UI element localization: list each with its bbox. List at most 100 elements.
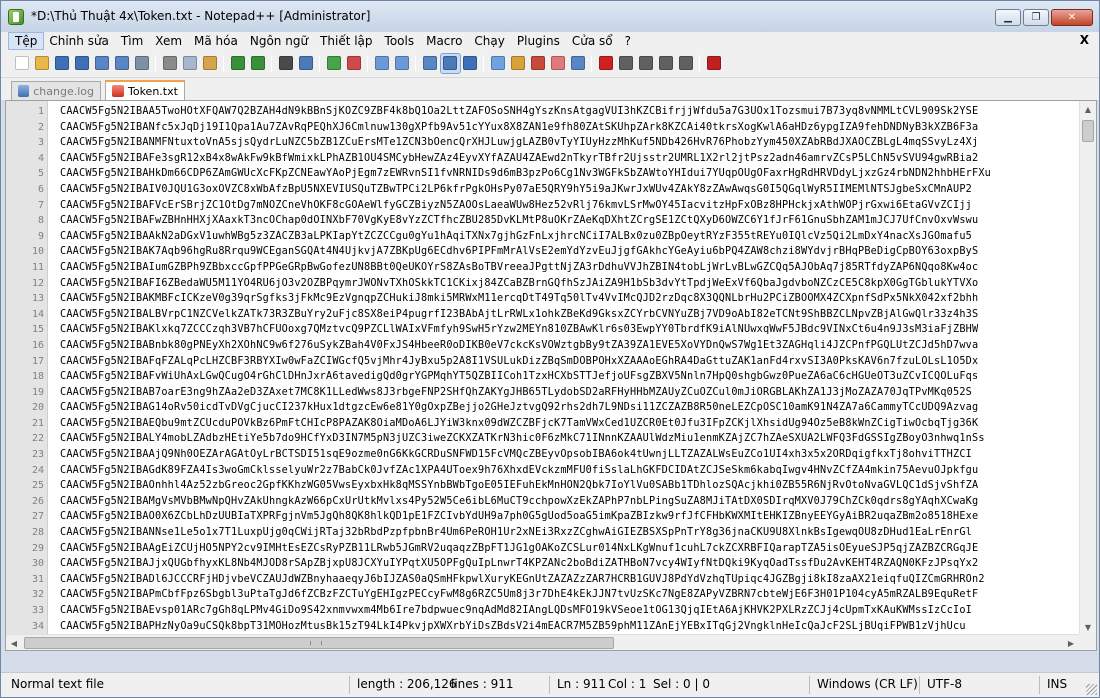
line-text[interactable]: CAACW5Fg5N2IBALY4mobLZAdbzHEtiYe5b7do9HC… [60,431,985,447]
save-macro-icon[interactable] [677,54,696,73]
menu-window[interactable]: Cửa sổ [566,33,619,49]
print-icon[interactable] [133,54,152,73]
line-text[interactable]: CAACW5Fg5N2IBAK7Aqb96hgRu8Rrqu9WCEganSGQ… [60,244,978,260]
open-file-icon[interactable] [33,54,52,73]
line-text[interactable]: CAACW5Fg5N2IBAAgEiZCUjHO5NPY2cv9IMHtEsEZ… [60,541,978,557]
menu-macro[interactable]: Macro [420,33,468,49]
text-line[interactable]: 24 CAACW5Fg5N2IBAGdK89FZA4Is3woGmCklssely… [6,463,1081,479]
menu-tools[interactable]: Tools [379,33,421,49]
text-line[interactable]: 2 CAACW5Fg5N2IBANfc5xJqDj19I1Qpa1Au7ZAvRq… [6,120,1081,136]
menu-run[interactable]: Chạy [468,33,510,49]
text-editor[interactable]: 1 CAACW5Fg5N2IBAA5TwoHOtXFQAW7Q2BZAH4dN9k… [5,100,1097,651]
spell-check-icon[interactable] [705,54,724,73]
scroll-up-icon[interactable]: ▲ [1080,101,1096,117]
document-map-icon[interactable] [489,54,508,73]
line-text[interactable]: CAACW5Fg5N2IBAA5TwoHOtXFQAW7Q2BZAH4dN9kB… [60,104,978,120]
text-line[interactable]: 29 CAACW5Fg5N2IBAAgEiZCUjHO5NPY2cv9IMHtEs… [6,541,1081,557]
line-text[interactable]: CAACW5Fg5N2IBAIumGZBPh9ZBbxccGpfPPGeGRpB… [60,260,978,276]
menu-view[interactable]: Xem [149,33,188,49]
scroll-left-icon[interactable]: ◀ [6,635,22,650]
sync-horizontal-icon[interactable] [393,54,412,73]
menu-file[interactable]: Tệp [7,32,45,50]
tab-change-log[interactable]: change.log [11,81,101,100]
line-text[interactable]: CAACW5Fg5N2IBAPmCbfFpz6Sbgbl3uPtaTgJd6fZ… [60,587,978,603]
text-line[interactable]: 16 CAACW5Fg5N2IBABnbk80gPNEyXh2XOhNC9w6f2… [6,338,1081,354]
text-line[interactable]: 31 CAACW5Fg5N2IBADl6JCCCRFjHDjvbeVCZAUJdW… [6,572,1081,588]
monitoring-icon[interactable] [549,54,568,73]
new-file-icon[interactable] [13,54,32,73]
text-line[interactable]: 7 CAACW5Fg5N2IBAFVcErSBrjZC1OtDg7mNOZCneV… [6,198,1081,214]
paste-icon[interactable] [201,54,220,73]
line-text[interactable]: CAACW5Fg5N2IBAB7oarE3ng9hZAa2eD3ZAxet7MC… [60,385,972,401]
copy-icon[interactable] [181,54,200,73]
line-text[interactable]: CAACW5Fg5N2IBANMFNtuxtoVnA5sjsQydrLuNZC5… [60,135,978,151]
menu-language[interactable]: Ngôn ngữ [244,33,314,49]
horizontal-scroll-thumb[interactable] [24,637,614,649]
menu-search[interactable]: Tìm [115,33,149,49]
text-line[interactable]: 15 CAACW5Fg5N2IBAKlxkq7ZCCCzqh3VB7hCFUOox… [6,322,1081,338]
line-text[interactable]: CAACW5Fg5N2IBAFwZBHnHHXjXAaxkT3ncOChap0d… [60,213,978,229]
close-file-icon[interactable] [93,54,112,73]
minimize-button[interactable]: ▁ [995,9,1021,26]
menu-help[interactable]: ? [619,33,637,49]
line-text[interactable]: CAACW5Fg5N2IBAJjxQUGbfhyxKL8Nb4MJOD8rSAp… [60,556,978,572]
menu-settings[interactable]: Thiết lập [314,33,378,49]
text-line[interactable]: 8 CAACW5Fg5N2IBAFwZBHnHHXjXAaxkT3ncOChap0… [6,213,1081,229]
line-text[interactable]: CAACW5Fg5N2IBAO0X6ZCbLhDzUUBIaTXPRFgjnVm… [60,509,978,525]
vertical-scrollbar[interactable]: ▲ ▼ [1079,101,1096,635]
text-line[interactable]: 34 CAACW5Fg5N2IBAPHzNyOa9uCSQk8bpT31MOHoz… [6,619,1081,635]
menu-edit[interactable]: Chỉnh sửa [43,33,115,49]
horizontal-scrollbar[interactable]: ◀ ▶ [6,634,1079,650]
maximize-button[interactable]: ❐ [1023,9,1049,26]
text-line[interactable]: 22 CAACW5Fg5N2IBALY4mobLZAdbzHEtiYe5b7do9… [6,431,1081,447]
text-line[interactable]: 9 CAACW5Fg5N2IBAAkN2aDGxV1uwhWBg5z3ZACZB3… [6,229,1081,245]
text-line[interactable]: 32 CAACW5Fg5N2IBAPmCbfFpz6Sbgbl3uPtaTgJd6… [6,587,1081,603]
line-text[interactable]: CAACW5Fg5N2IBAEQbu9mtZCUcduPOVkBz6PmFtCH… [60,416,978,432]
line-text[interactable]: CAACW5Fg5N2IBAG14oRv50icdTvDVgCjucCI237k… [60,400,978,416]
text-line[interactable]: 13 CAACW5Fg5N2IBAKMBFcICKzeV0g39qrSgfks3j… [6,291,1081,307]
close-all-icon[interactable] [113,54,132,73]
word-wrap-icon[interactable] [421,54,440,73]
folder-workspace-icon[interactable] [529,54,548,73]
line-text[interactable]: CAACW5Fg5N2IBAPHzNyOa9uCSQk8bpT31MOHozMt… [60,619,966,635]
text-line[interactable]: 6 CAACW5Fg5N2IBAIV0JQU1G3oxOVZC8xWbAfzBpU… [6,182,1081,198]
redo-icon[interactable] [249,54,268,73]
cut-icon[interactable] [161,54,180,73]
play-macro-icon[interactable] [637,54,656,73]
status-eol[interactable]: Windows (CR LF) [817,677,918,691]
title-bar[interactable]: *D:\Thủ Thuật 4x\Token.txt - Notepad++ [… [1,1,1099,32]
run-macro-multiple-icon[interactable] [657,54,676,73]
sync-vertical-icon[interactable] [373,54,392,73]
text-line[interactable]: 12 CAACW5Fg5N2IBAFI6ZBedaWU5M11YO4RU6jO3v… [6,276,1081,292]
line-text[interactable]: CAACW5Fg5N2IBAOnhhl4Az52zbGreoc2GpfKKhzW… [60,478,978,494]
vertical-scroll-thumb[interactable] [1082,120,1094,142]
line-text[interactable]: CAACW5Fg5N2IBAGdK89FZA4Is3woGmCklsselyuW… [60,463,978,479]
line-text[interactable]: CAACW5Fg5N2IBAHkDm66CDP6ZAmGWUcXcFKpZCNE… [60,166,991,182]
resize-grip-icon[interactable] [1086,684,1097,695]
line-text[interactable]: CAACW5Fg5N2IBAFqFZALqPcLHZCBF3RBYXIw0wFa… [60,354,978,370]
status-encoding[interactable]: UTF-8 [927,677,962,691]
line-text[interactable]: CAACW5Fg5N2IBAFe3sgR12xB4x8wAkFw9kBfWmix… [60,151,978,167]
text-line[interactable]: 4 CAACW5Fg5N2IBAFe3sgR12xB4x8wAkFw9kBfWmi… [6,151,1081,167]
line-text[interactable]: CAACW5Fg5N2IBAAkN2aDGxV1uwhWBg5z3ZACZB3a… [60,229,972,245]
line-text[interactable]: CAACW5Fg5N2IBABnbk80gPNEyXh2XOhNC9w6f276… [60,338,978,354]
menu-encoding[interactable]: Mã hóa [188,33,244,49]
function-list-icon[interactable] [509,54,528,73]
show-all-chars-icon[interactable] [440,53,461,74]
text-line[interactable]: 20 CAACW5Fg5N2IBAG14oRv50icdTvDVgCjucCI23… [6,400,1081,416]
line-text[interactable]: CAACW5Fg5N2IBANNse1Le5o1x7T1LuxpUjg0qCWi… [60,525,972,541]
editor-lines[interactable]: 1 CAACW5Fg5N2IBAA5TwoHOtXFQAW7Q2BZAH4dN9k… [6,104,1081,634]
line-text[interactable]: CAACW5Fg5N2IBADl6JCCCRFjHDjvbeVCZAUJdWZB… [60,572,985,588]
text-line[interactable]: 5 CAACW5Fg5N2IBAHkDm66CDP6ZAmGWUcXcFKpZCN… [6,166,1081,182]
text-line[interactable]: 30 CAACW5Fg5N2IBAJjxQUGbfhyxKL8Nb4MJOD8rS… [6,556,1081,572]
text-line[interactable]: 10 CAACW5Fg5N2IBAK7Aqb96hgRu8Rrqu9WCEganS… [6,244,1081,260]
replace-icon[interactable] [297,54,316,73]
status-insert-mode[interactable]: INS [1047,677,1067,691]
text-line[interactable]: 23 CAACW5Fg5N2IBAAjQ9Nh0OEZArAGAtOyLrBCTS… [6,447,1081,463]
text-line[interactable]: 21 CAACW5Fg5N2IBAEQbu9mtZCUcduPOVkBz6PmFt… [6,416,1081,432]
text-line[interactable]: 19 CAACW5Fg5N2IBAB7oarE3ng9hZAa2eD3ZAxet7… [6,385,1081,401]
line-text[interactable]: CAACW5Fg5N2IBAMgVsMVbBMwNpQHvZAkUhngkAzW… [60,494,978,510]
text-line[interactable]: 28 CAACW5Fg5N2IBANNse1Le5o1x7T1LuxpUjg0qC… [6,525,1081,541]
line-text[interactable]: CAACW5Fg5N2IBAKlxkq7ZCCCzqh3VB7hCFUOoxg7… [60,322,978,338]
eye-icon[interactable] [569,54,588,73]
